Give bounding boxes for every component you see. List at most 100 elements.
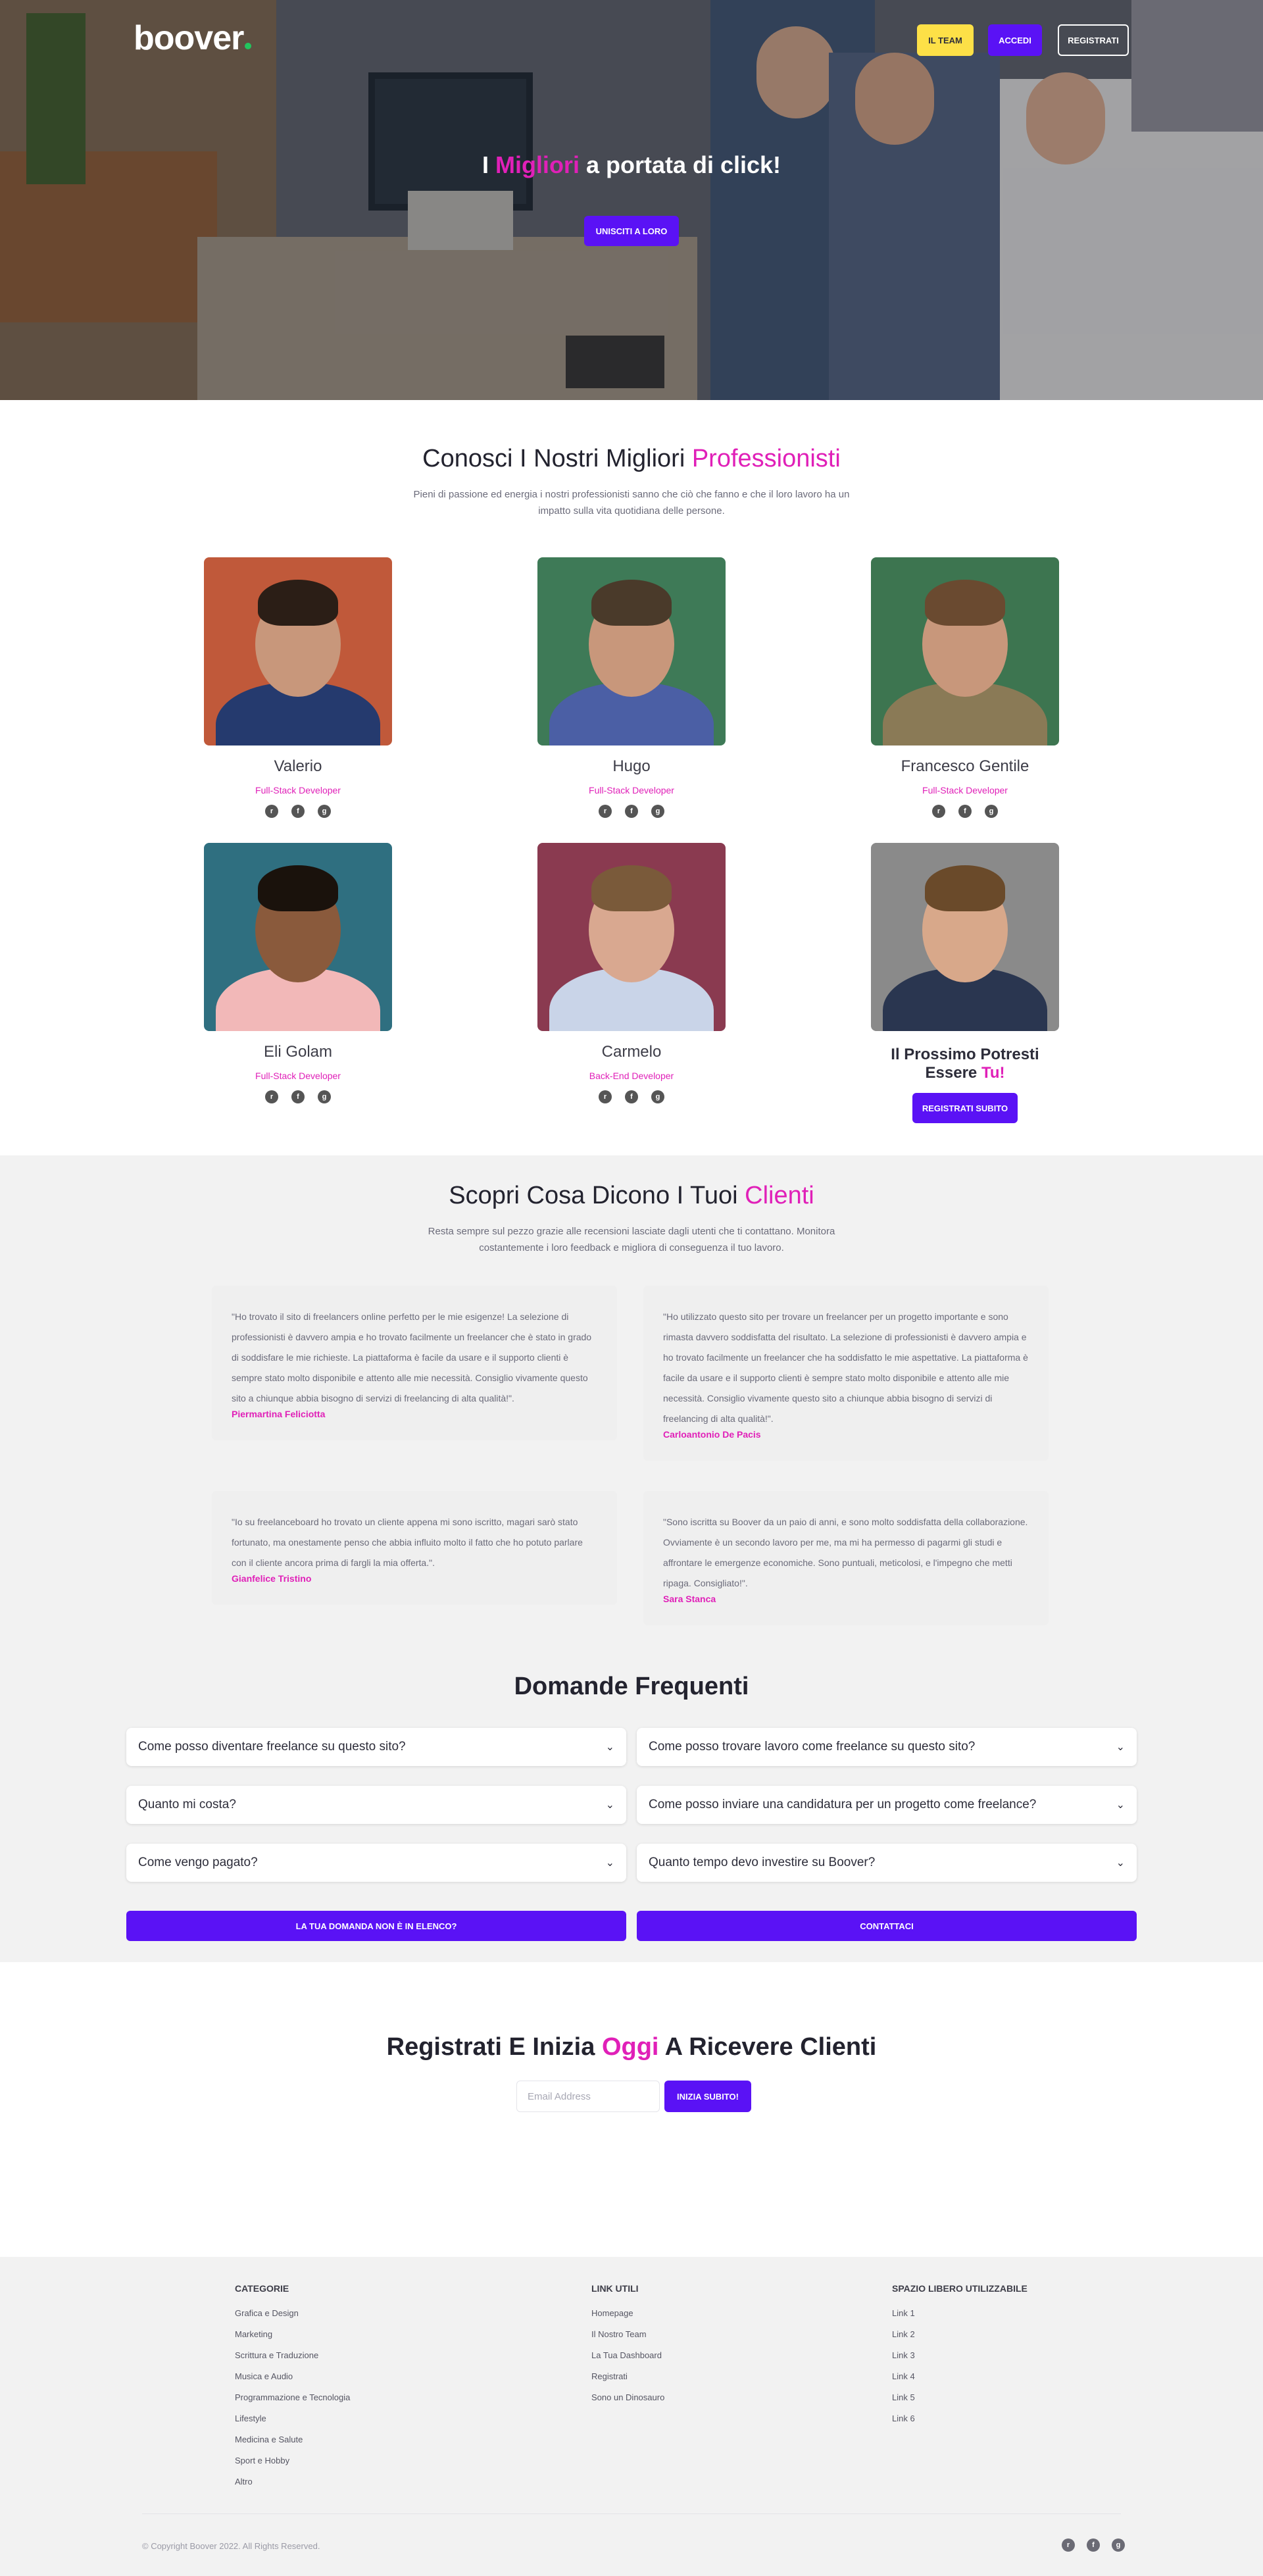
email-input[interactable] <box>516 2081 660 2112</box>
github-icon[interactable]: g <box>1112 2538 1125 2552</box>
register-now-button[interactable]: REGISTRATI SUBITO <box>912 1093 1018 1123</box>
faq-item[interactable]: Come posso diventare freelance su questo… <box>126 1728 626 1766</box>
footer-link[interactable]: Marketing <box>235 2329 350 2340</box>
facebook-icon[interactable]: f <box>1087 2538 1100 2552</box>
github-icon[interactable]: g <box>985 805 998 818</box>
team-button[interactable]: IL TEAM <box>917 24 974 56</box>
footer-link[interactable]: Programmazione e Tecnologia <box>235 2392 350 2403</box>
footer-link[interactable]: Link 3 <box>892 2350 1028 2361</box>
next-title: Il Prossimo Potresti Essere Tu! <box>871 1046 1059 1082</box>
footer-link[interactable]: La Tua Dashboard <box>591 2350 664 2361</box>
facebook-icon[interactable]: f <box>291 1090 305 1103</box>
faq-item[interactable]: Quanto mi costa? ⌄ <box>126 1786 626 1824</box>
github-icon[interactable]: g <box>318 1090 331 1103</box>
testimonials-subtitle: Resta sempre sul pezzo grazie alle recen… <box>428 1226 835 1253</box>
copyright: © Copyright Boover 2022. All Rights Rese… <box>142 2541 320 2551</box>
chevron-down-icon: ⌄ <box>1116 1800 1125 1811</box>
join-button[interactable]: UNISCITI A LORO <box>584 216 679 246</box>
testimonial-author: Piermartina Feliciotta <box>232 1409 326 1419</box>
footer-heading: CATEGORIE <box>235 2283 289 2294</box>
footer-link[interactable]: Link 2 <box>892 2329 1028 2340</box>
member-role: Full-Stack Developer <box>589 785 674 796</box>
member-socials: r f g <box>204 1090 392 1103</box>
team-title-pre: Conosci I Nostri Migliori <box>422 445 692 472</box>
reddit-icon[interactable]: r <box>265 805 278 818</box>
footer-useful-links: LINK UTILI Homepage Il Nostro Team La Tu… <box>591 2283 664 2413</box>
faq-item[interactable]: Come vengo pagato? ⌄ <box>126 1844 626 1882</box>
reddit-icon[interactable]: r <box>265 1090 278 1103</box>
reddit-icon[interactable]: r <box>1062 2538 1075 2552</box>
chevron-down-icon: ⌄ <box>605 1857 614 1869</box>
footer-heading: SPAZIO LIBERO UTILIZZABILE <box>892 2283 1028 2294</box>
hero-title-pre: I <box>482 151 495 178</box>
testimonials-title: Scopri Cosa Dicono I Tuoi Clienti <box>0 1182 1263 1210</box>
facebook-icon[interactable]: f <box>291 805 305 818</box>
footer-link[interactable]: Sport e Hobby <box>235 2456 350 2466</box>
testimonial-text: "Sono iscritta su Boover da un paio di a… <box>663 1517 1028 1588</box>
reddit-icon[interactable]: r <box>932 805 945 818</box>
github-icon[interactable]: g <box>651 805 664 818</box>
brand-logo[interactable]: boover <box>134 18 252 58</box>
member-photo <box>537 557 726 745</box>
footer-link[interactable]: Sono un Dinosauro <box>591 2392 664 2403</box>
signup-button[interactable]: REGISTRATI <box>1058 24 1129 56</box>
testimonial-card: "Ho trovato il sito di freelancers onlin… <box>212 1286 617 1440</box>
chevron-down-icon: ⌄ <box>1116 1857 1125 1869</box>
footer-link[interactable]: Link 5 <box>892 2392 1028 2403</box>
github-icon[interactable]: g <box>318 805 331 818</box>
chevron-down-icon: ⌄ <box>1116 1742 1125 1753</box>
facebook-icon[interactable]: f <box>625 1090 638 1103</box>
footer-link[interactable]: Link 1 <box>892 2308 1028 2319</box>
facebook-icon[interactable]: f <box>625 805 638 818</box>
logo-text: boover <box>134 19 244 57</box>
start-now-button[interactable]: INIZIA SUBITO! <box>664 2081 751 2112</box>
team-section: Conosci I Nostri Migliori Professionisti… <box>0 400 1263 1155</box>
member-socials: r f g <box>871 805 1059 818</box>
footer-link[interactable]: Il Nostro Team <box>591 2329 664 2340</box>
member-name: Valerio <box>274 757 322 775</box>
footer-link[interactable]: Lifestyle <box>235 2413 350 2424</box>
footer-link[interactable]: Musica e Audio <box>235 2371 350 2382</box>
hero-title-post: a portata di click! <box>579 151 781 178</box>
team-grid: Valerio Full-Stack Developer r f g Hugo … <box>0 557 1263 1149</box>
testimonial-card: "Ho utilizzato questo sito per trovare u… <box>643 1286 1049 1461</box>
testimonial-card: "Sono iscritta su Boover da un paio di a… <box>643 1491 1049 1625</box>
member-role: Back-End Developer <box>589 1071 674 1081</box>
logo-dot <box>245 43 252 49</box>
team-title-accent: Professionisti <box>691 445 841 472</box>
next-title-pre: Il Prossimo Potresti Essere <box>891 1046 1039 1082</box>
footer-link[interactable]: Link 4 <box>892 2371 1028 2382</box>
member-card: Carmelo Back-End Developer r f g <box>537 843 726 1103</box>
github-icon[interactable]: g <box>651 1090 664 1103</box>
contact-button[interactable]: CONTATTACI <box>637 1911 1137 1941</box>
hero-title: I Migliori a portata di click! <box>0 151 1263 179</box>
testimonial-text: "Ho trovato il sito di freelancers onlin… <box>232 1311 592 1403</box>
testimonial-card: "Io su freelanceboard ho trovato un clie… <box>212 1491 617 1605</box>
footer-link[interactable]: Homepage <box>591 2308 664 2319</box>
footer-link[interactable]: Registrati <box>591 2371 664 2382</box>
member-card: Valerio Full-Stack Developer r f g <box>204 557 392 818</box>
footer-link[interactable]: Grafica e Design <box>235 2308 350 2319</box>
faq-question: Come posso diventare freelance su questo… <box>138 1740 406 1754</box>
reddit-icon[interactable]: r <box>599 1090 612 1103</box>
login-button[interactable]: ACCEDI <box>988 24 1042 56</box>
team-subtitle: Pieni di passione ed energia i nostri pr… <box>413 489 850 517</box>
footer-link[interactable]: Medicina e Salute <box>235 2435 350 2445</box>
faq-item[interactable]: Come posso trovare lavoro come freelance… <box>637 1728 1137 1766</box>
question-not-listed-button[interactable]: LA TUA DOMANDA NON È IN ELENCO? <box>126 1911 626 1941</box>
footer-link[interactable]: Altro <box>235 2477 350 2487</box>
footer-link[interactable]: Scrittura e Traduzione <box>235 2350 350 2361</box>
faq-item[interactable]: Quanto tempo devo investire su Boover? ⌄ <box>637 1844 1137 1882</box>
testimonial-text: "Ho utilizzato questo sito per trovare u… <box>663 1311 1028 1424</box>
member-photo <box>204 843 392 1031</box>
footer-link[interactable]: Link 6 <box>892 2413 1028 2424</box>
member-photo <box>871 557 1059 745</box>
footer: CATEGORIE Grafica e Design Marketing Scr… <box>0 2257 1263 2576</box>
faq-item[interactable]: Come posso inviare una candidatura per u… <box>637 1786 1137 1824</box>
facebook-icon[interactable]: f <box>958 805 972 818</box>
member-name: Francesco Gentile <box>901 757 1029 775</box>
member-socials: r f g <box>537 1090 726 1103</box>
member-card: Hugo Full-Stack Developer r f g <box>537 557 726 818</box>
member-socials: r f g <box>204 805 392 818</box>
reddit-icon[interactable]: r <box>599 805 612 818</box>
